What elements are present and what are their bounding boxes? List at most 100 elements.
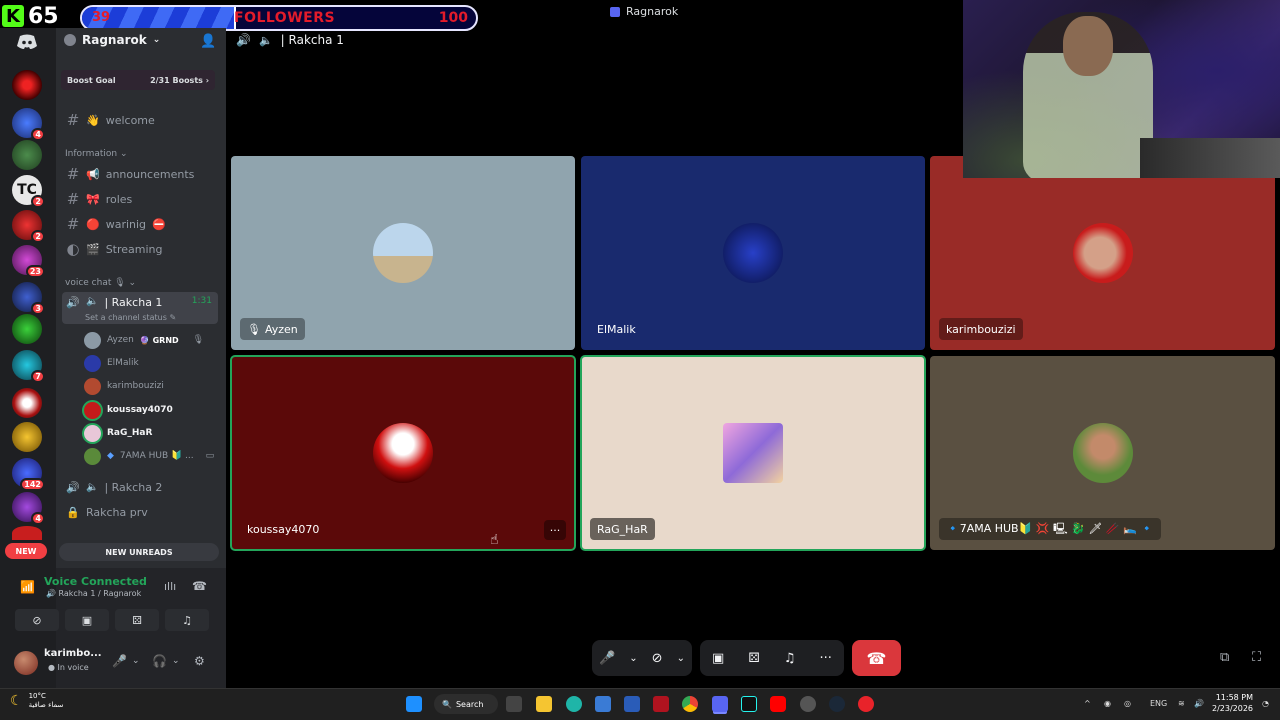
youtube-icon[interactable] <box>770 696 786 712</box>
noise-suppression-icon[interactable]: ıllı <box>164 580 176 593</box>
window-title: Ragnarok <box>610 5 678 18</box>
microphone-icon[interactable]: 🎤 <box>599 651 615 666</box>
wifi-icon[interactable]: ≋ <box>1178 699 1185 708</box>
file-explorer-icon[interactable] <box>536 696 552 712</box>
camera-off-icon[interactable]: ⊘ <box>652 651 663 666</box>
mic-control-group[interactable]: 🎤 ⌄ ⊘ ⌄ <box>592 640 692 676</box>
channel-streaming[interactable]: ◐ 🎬 Streaming <box>62 238 218 260</box>
server-icon[interactable]: 3 <box>12 282 45 315</box>
user-name: karimbo... <box>44 648 102 659</box>
discord-home-icon[interactable] <box>16 34 38 50</box>
soundboard-icon[interactable]: ♫ <box>784 651 796 666</box>
screen-share-button[interactable]: ▣ <box>65 609 109 631</box>
chevron-up-icon[interactable]: ^ <box>1084 699 1091 708</box>
server-icon[interactable]: 7 <box>12 350 45 383</box>
server-icon[interactable]: 4 <box>12 492 45 525</box>
server-icon[interactable] <box>12 140 42 170</box>
voice-connected-subtitle[interactable]: 🔊 Rakcha 1 / Ragnarok <box>46 589 141 598</box>
more-icon[interactable]: ··· <box>820 651 832 666</box>
participant-tile-karimbouzizi[interactable]: karimbouzizi <box>930 156 1275 350</box>
steam-icon[interactable] <box>829 696 845 712</box>
activity-control-group[interactable]: ▣ ⚄ ♫ ··· <box>700 640 844 676</box>
moon-icon: ☾ <box>10 693 23 709</box>
tiktok-icon[interactable] <box>741 696 757 712</box>
server-icon[interactable]: 2 <box>12 210 45 243</box>
new-unreads-bar[interactable]: NEW UNREADS <box>59 543 219 561</box>
adobe-icon[interactable] <box>653 696 669 712</box>
tray-icon[interactable]: ◎ <box>1124 699 1131 708</box>
language-indicator[interactable]: ENG <box>1150 699 1167 708</box>
activities-button[interactable]: ⚄ <box>115 609 159 631</box>
boost-goal[interactable]: Boost Goal 2/31 Boosts › <box>61 70 215 90</box>
server-icon[interactable]: 23 <box>12 245 45 278</box>
participant-tile-ayzen[interactable]: 🎙 Ayzen <box>231 156 575 350</box>
headphones-icon[interactable]: 🎧 <box>152 654 167 668</box>
channel-welcome[interactable]: # 👋 welcome <box>62 109 218 131</box>
soundboard-button[interactable]: ♫ <box>165 609 209 631</box>
edge-icon[interactable] <box>566 696 582 712</box>
invite-people-icon[interactable]: 👤 <box>200 34 216 49</box>
chevron-down-icon[interactable]: ⌄ <box>629 653 637 664</box>
popout-icon[interactable]: ⧉ <box>1220 650 1229 665</box>
tray-icon[interactable]: ◉ <box>1104 699 1111 708</box>
hashtag-icon: # <box>66 165 80 183</box>
voice-user-karimbouzizi[interactable]: karimbouzizi <box>84 376 164 396</box>
category-information[interactable]: Information ⌄ <box>65 149 128 159</box>
chevron-down-icon[interactable]: ⌄ <box>172 656 180 666</box>
disconnect-icon[interactable]: ☎ <box>192 579 207 593</box>
store-icon[interactable] <box>624 696 640 712</box>
weather-widget[interactable]: ☾ 10°C سماء صافية <box>10 692 63 710</box>
voice-user-koussay4070[interactable]: koussay4070 <box>84 400 173 420</box>
channel-status[interactable]: Set a channel status ✎ <box>85 313 176 322</box>
more-options-button[interactable]: ··· <box>544 520 566 540</box>
server-icon[interactable] <box>12 526 42 540</box>
chevron-down-icon[interactable]: ⌄ <box>132 656 140 666</box>
app-icon[interactable] <box>858 696 874 712</box>
server-icon[interactable] <box>12 422 42 452</box>
channel-warinig[interactable]: # 🔴 warinig ⛔ <box>62 213 218 235</box>
camera-off-button[interactable]: ⊘ <box>15 609 59 631</box>
category-voice-chat[interactable]: voice chat 🎙 ⌄ <box>65 278 136 288</box>
server-icon[interactable] <box>12 70 42 100</box>
voice-user-ayzen[interactable]: Ayzen 🔮 GRND 🎙 <box>84 330 204 350</box>
voice-user-rag-har[interactable]: RaG_HaR <box>84 423 152 443</box>
activities-icon[interactable]: ⚄ <box>748 651 759 666</box>
user-panel[interactable]: karimbo... ● In voice 🎤 ⌄ 🎧 ⌄ ⚙ <box>8 644 220 682</box>
signal-icon[interactable]: 📶 <box>20 580 35 594</box>
server-icon[interactable]: TC 2 <box>12 175 45 208</box>
participant-tile-rag-har[interactable]: RaG_HaR <box>580 355 926 551</box>
gear-icon[interactable]: ⚙ <box>194 654 205 668</box>
server-icon[interactable]: 4 <box>12 108 45 141</box>
windows-start-icon[interactable] <box>406 696 422 712</box>
chrome-icon[interactable] <box>682 696 698 712</box>
server-icon[interactable] <box>12 314 42 344</box>
participant-name: RaG_HaR <box>590 518 655 540</box>
discord-icon[interactable] <box>712 696 728 712</box>
microphone-icon[interactable]: 🎤 <box>112 654 127 668</box>
notification-icon[interactable]: ◔ <box>1262 699 1269 708</box>
disconnect-call-button[interactable]: ☎ <box>852 640 901 676</box>
server-header[interactable]: Ragnarok ⌄ <box>64 33 160 47</box>
voice-connected-title[interactable]: Voice Connected <box>44 575 147 588</box>
voice-channel-rakcha-2[interactable]: 🔊 🔈 | Rakcha 2 <box>62 476 218 498</box>
participant-tile-7ama-hub[interactable]: 🔹7AMA HUB🔰 💢 🖳 🐉 🗡 🥢 🛌 🔹 <box>930 356 1275 550</box>
fullscreen-icon[interactable]: ⛶ <box>1252 650 1261 665</box>
channel-announcements[interactable]: # 📢 announcements <box>62 163 218 185</box>
screen-share-icon[interactable]: ▣ <box>712 651 724 666</box>
voice-user-7ama-hub[interactable]: ◆ 7AMA HUB 🔰 ... ▭ <box>84 446 214 466</box>
volume-icon[interactable]: 🔊 <box>1194 699 1204 708</box>
new-unreads-pill[interactable]: NEW <box>5 543 47 559</box>
voice-channel-rakcha-prv[interactable]: 🔒 Rakcha prv <box>62 501 218 523</box>
channel-roles[interactable]: # 🎀 roles <box>62 188 218 210</box>
taskbar-search[interactable]: 🔍 Search <box>434 694 498 714</box>
participant-tile-koussay4070[interactable]: koussay4070 ··· <box>230 355 576 551</box>
chevron-down-icon[interactable]: ⌄ <box>677 653 685 664</box>
app-icon[interactable] <box>595 696 611 712</box>
participant-tile-elmalik[interactable]: ElMalik <box>581 156 925 350</box>
task-view-icon[interactable] <box>506 696 522 712</box>
taskbar-clock[interactable]: 11:58 PM 2/23/2026 <box>1212 692 1253 714</box>
server-icon[interactable]: 142 <box>12 458 45 491</box>
voice-user-elmalik[interactable]: ElMalik <box>84 353 139 373</box>
obs-icon[interactable] <box>800 696 816 712</box>
server-icon[interactable] <box>12 388 42 418</box>
